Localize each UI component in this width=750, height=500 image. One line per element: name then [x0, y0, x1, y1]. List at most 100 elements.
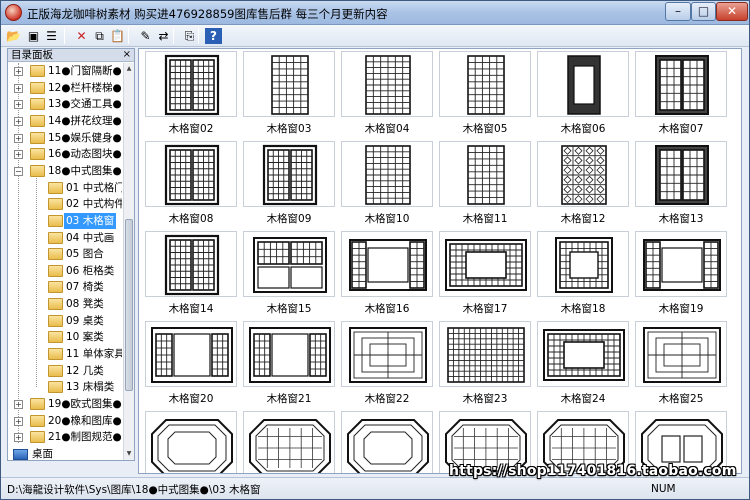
expand-icon[interactable]: + [14, 67, 23, 76]
close-button[interactable]: ✕ [716, 2, 748, 21]
thumbnail-item[interactable]: 木格窗23 [439, 321, 533, 407]
tree-item[interactable]: +12●栏杆楼梯● [8, 80, 122, 96]
tree-item[interactable]: 05 图合 [8, 246, 122, 262]
thumbnail-image[interactable] [145, 51, 237, 117]
thumbnail-image[interactable] [145, 411, 237, 473]
help-icon[interactable]: ? [205, 28, 222, 44]
thumbnail-image[interactable] [145, 321, 237, 387]
thumbnail-item[interactable]: 木格窗06 [537, 51, 631, 137]
thumbnail-item[interactable]: 木格窗17 [439, 231, 533, 317]
tree-item[interactable]: 08 凳类 [8, 296, 122, 312]
maximize-button[interactable]: □ [691, 2, 716, 21]
scroll-thumb[interactable] [125, 219, 133, 391]
image-view-icon[interactable]: ▣ [25, 28, 42, 44]
open-folder-icon[interactable]: 📂 [5, 28, 22, 44]
expand-icon[interactable]: + [14, 134, 23, 143]
thumbnail-image[interactable] [145, 231, 237, 297]
tree-item[interactable]: 06 柜格类 [8, 263, 122, 279]
tree-item[interactable]: 01 中式格门 [8, 180, 122, 196]
scroll-up-icon[interactable]: ▲ [124, 63, 134, 74]
thumbnail-item[interactable] [341, 411, 435, 473]
paste-icon[interactable]: 📋 [109, 28, 126, 44]
tree-item[interactable]: 02 中式构件 [8, 196, 122, 212]
delete-icon[interactable]: ✕ [73, 28, 90, 44]
thumbnail-item[interactable]: 木格窗12 [537, 141, 631, 227]
tree-item[interactable]: +20●橡和图库● [8, 413, 122, 429]
expand-icon[interactable]: + [14, 400, 23, 409]
thumbnail-item[interactable]: 木格窗04 [341, 51, 435, 137]
tree-item[interactable]: +16●动态图块● [8, 146, 122, 162]
thumbnail-item[interactable]: 木格窗10 [341, 141, 435, 227]
thumbnail-item[interactable]: 木格窗14 [145, 231, 239, 317]
thumbnail-image[interactable] [635, 231, 727, 297]
tree-item[interactable]: +19●欧式图集● [8, 396, 122, 412]
thumbnail-image[interactable] [341, 51, 433, 117]
thumbnail-item[interactable]: 木格窗25 [635, 321, 729, 407]
thumbnail-item[interactable]: 木格窗15 [243, 231, 337, 317]
thumbnail-item[interactable]: 木格窗19 [635, 231, 729, 317]
thumbnail-image[interactable] [341, 231, 433, 297]
thumbnail-image[interactable] [341, 141, 433, 207]
thumbnail-image[interactable] [243, 321, 335, 387]
thumbnail-item[interactable]: 木格窗02 [145, 51, 239, 137]
thumbnail-image[interactable] [537, 231, 629, 297]
thumbnail-image[interactable] [145, 141, 237, 207]
thumbnail-item[interactable]: 木格窗21 [243, 321, 337, 407]
list-view-icon[interactable]: ☰ [43, 28, 60, 44]
thumbnail-image[interactable] [537, 51, 629, 117]
tree-scrollbar[interactable]: ▲ ▼ [123, 63, 134, 460]
tree-item[interactable]: +11●门窗隔断● [8, 63, 122, 79]
tree-item[interactable]: 03 木格窗 [8, 213, 122, 229]
thumbnail-item[interactable]: 木格窗24 [537, 321, 631, 407]
thumbnail-image[interactable] [439, 51, 531, 117]
thumbnail-item[interactable]: 木格窗05 [439, 51, 533, 137]
app-logo-icon[interactable] [5, 4, 22, 21]
collapse-icon[interactable]: − [14, 167, 23, 176]
rename-icon[interactable]: ⇄ [155, 28, 172, 44]
tree-item[interactable]: 13 床榻类 [8, 379, 122, 395]
panel-close-icon[interactable]: × [123, 49, 131, 61]
thumbnail-image[interactable] [439, 321, 531, 387]
tree-item[interactable]: − 18●中式图集● [8, 163, 122, 179]
tree-item[interactable]: 04 中式画 [8, 230, 122, 246]
thumbnail-image[interactable] [537, 141, 629, 207]
minimize-button[interactable]: – [665, 2, 691, 21]
tree-item[interactable]: 11 单体家具 [8, 346, 122, 362]
properties-icon[interactable]: ⎘ [181, 28, 198, 44]
thumbnail-image[interactable] [243, 231, 335, 297]
tree-item[interactable]: 12 几类 [8, 363, 122, 379]
tree-item[interactable]: +21●制图规范● [8, 429, 122, 445]
tree-item[interactable]: 09 桌类 [8, 313, 122, 329]
thumbnail-image[interactable] [439, 231, 531, 297]
thumbnail-item[interactable]: 木格窗22 [341, 321, 435, 407]
thumbnail-image[interactable] [243, 141, 335, 207]
thumbnail-image[interactable] [635, 141, 727, 207]
copy-icon[interactable]: ⧉ [91, 28, 108, 44]
tree-item[interactable]: +14●拼花纹理● [8, 113, 122, 129]
tree-item[interactable]: +13●交通工具● [8, 96, 122, 112]
tree-item[interactable]: +15●娱乐健身● [8, 130, 122, 146]
scroll-down-icon[interactable]: ▼ [124, 448, 134, 459]
thumbnail-image[interactable] [635, 321, 727, 387]
thumbnail-item[interactable]: 木格窗13 [635, 141, 729, 227]
thumbnail-image[interactable] [243, 51, 335, 117]
expand-icon[interactable]: + [14, 100, 23, 109]
expand-icon[interactable]: + [14, 84, 23, 93]
edit-icon[interactable]: ✎ [137, 28, 154, 44]
thumbnail-image[interactable] [635, 51, 727, 117]
thumbnail-image[interactable] [341, 321, 433, 387]
thumbnail-item[interactable]: 木格窗20 [145, 321, 239, 407]
title-bar[interactable]: 正版海龙咖啡树素材 购买进476928859图库售后群 每三个月更新内容 – □… [1, 1, 749, 25]
thumbnail-item[interactable]: 木格窗08 [145, 141, 239, 227]
tree-item-desktop[interactable]: 桌面 [8, 446, 122, 460]
thumbnail-item[interactable] [243, 411, 337, 473]
thumbnail-item[interactable] [145, 411, 239, 473]
thumbnail-item[interactable]: 木格窗07 [635, 51, 729, 137]
thumbnail-item[interactable]: 木格窗03 [243, 51, 337, 137]
expand-icon[interactable]: + [14, 433, 23, 442]
expand-icon[interactable]: + [14, 150, 23, 159]
thumbnail-item[interactable]: 木格窗18 [537, 231, 631, 317]
thumbnail-item[interactable]: 木格窗16 [341, 231, 435, 317]
tree-item[interactable]: 07 椅类 [8, 279, 122, 295]
thumbnail-image[interactable] [243, 411, 335, 473]
